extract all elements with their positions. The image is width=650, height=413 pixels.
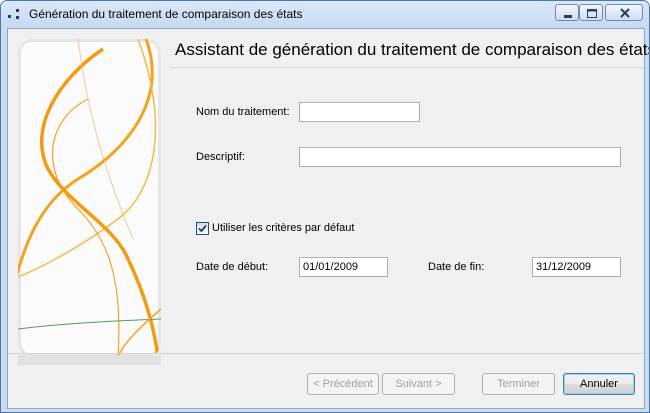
start-date-label: Date de début: xyxy=(196,261,269,273)
use-default-criteria-label[interactable]: Utiliser les critères par défaut xyxy=(212,222,354,234)
description-label: Descriptif: xyxy=(196,151,245,163)
close-icon xyxy=(620,8,630,18)
previous-button[interactable]: < Précédent xyxy=(307,373,379,395)
maximize-button[interactable] xyxy=(579,4,603,21)
window-title: Génération du traitement de comparaison … xyxy=(29,7,303,21)
minimize-button[interactable] xyxy=(555,4,579,21)
use-default-criteria-checkbox[interactable] xyxy=(196,222,209,235)
name-input[interactable] xyxy=(299,102,420,122)
name-label: Nom du traitement: xyxy=(196,106,290,118)
next-button[interactable]: Suivant > xyxy=(382,373,455,395)
start-date-input[interactable] xyxy=(299,257,388,277)
description-input[interactable] xyxy=(299,147,621,167)
checkmark-icon xyxy=(198,224,207,233)
side-panel-shadow xyxy=(18,355,161,365)
decorative-swirl-image xyxy=(18,39,161,357)
decorative-side-panel xyxy=(18,39,161,357)
app-icon xyxy=(8,9,19,19)
end-date-input[interactable] xyxy=(532,257,621,277)
wizard-form: Nom du traitement: Descriptif: Utiliser … xyxy=(171,68,644,353)
wizard-window: Génération du traitement de comparaison … xyxy=(0,0,650,413)
minimize-icon xyxy=(564,15,572,18)
footer-divider xyxy=(8,353,644,354)
maximize-icon xyxy=(587,9,597,18)
finish-button[interactable]: Terminer xyxy=(482,373,555,395)
title-bar[interactable]: Génération du traitement de comparaison … xyxy=(1,1,649,27)
close-button[interactable] xyxy=(605,4,643,21)
wizard-client-area: Assistant de génération du traitement de… xyxy=(7,28,649,409)
cancel-button[interactable]: Annuler xyxy=(563,373,635,395)
end-date-label: Date de fin: xyxy=(428,261,485,273)
wizard-header-title: Assistant de génération du traitement de… xyxy=(175,40,650,59)
